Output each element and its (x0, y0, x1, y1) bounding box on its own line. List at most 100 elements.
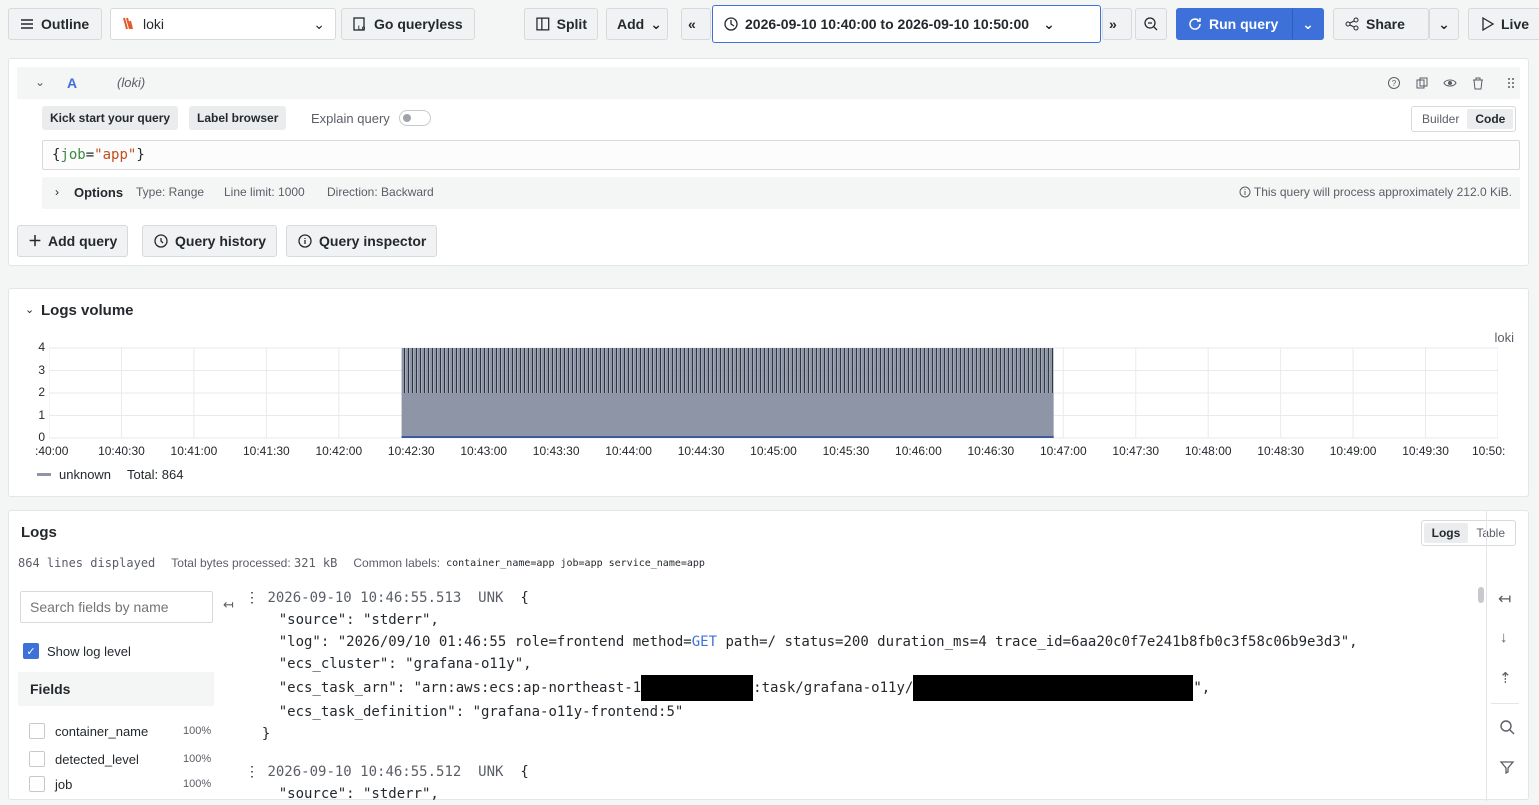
volume-bar[interactable] (885, 348, 889, 393)
run-query-options-button[interactable]: ⌄ (1292, 8, 1324, 40)
live-button[interactable]: Live (1468, 8, 1539, 40)
volume-bar[interactable] (449, 348, 452, 393)
volume-bar[interactable] (953, 348, 957, 393)
field-checkbox[interactable] (29, 723, 45, 739)
volume-bar[interactable] (945, 348, 949, 393)
volume-bar[interactable] (597, 348, 601, 393)
volume-bar[interactable] (1005, 348, 1009, 393)
volume-bar[interactable] (1009, 348, 1013, 393)
code-mode-option[interactable]: Code (1467, 109, 1514, 129)
volume-bar[interactable] (521, 348, 524, 393)
volume-bar[interactable] (489, 348, 492, 393)
volume-bar[interactable] (921, 348, 925, 393)
volume-bar[interactable] (797, 348, 801, 393)
volume-bar[interactable] (757, 348, 761, 393)
volume-bar[interactable] (741, 348, 745, 393)
volume-bar[interactable] (609, 348, 613, 393)
volume-bar[interactable] (781, 348, 785, 393)
volume-bar[interactable] (425, 348, 428, 393)
volume-bar[interactable] (429, 348, 432, 393)
help-icon[interactable]: ? (1385, 74, 1403, 92)
collapse-chevron-icon[interactable]: ⌄ (35, 75, 45, 89)
volume-bar[interactable] (777, 348, 781, 393)
volume-bar[interactable] (925, 348, 929, 393)
volume-bar[interactable] (753, 348, 757, 393)
volume-bar-base[interactable] (401, 393, 1054, 438)
volume-bar[interactable] (865, 348, 869, 393)
volume-bar[interactable] (725, 348, 729, 393)
volume-bar[interactable] (461, 348, 464, 393)
volume-bar[interactable] (681, 348, 685, 393)
volume-bar[interactable] (841, 348, 845, 393)
volume-bar[interactable] (661, 348, 665, 393)
volume-bar[interactable] (977, 348, 981, 393)
volume-bar[interactable] (1049, 348, 1053, 393)
zoom-out-button[interactable] (1135, 8, 1167, 40)
volume-bar[interactable] (465, 348, 468, 393)
volume-bar[interactable] (437, 348, 440, 393)
volume-bar[interactable] (477, 348, 480, 393)
volume-bar[interactable] (985, 348, 989, 393)
row-menu-icon[interactable]: ⋮ (245, 764, 267, 780)
volume-bar[interactable] (621, 348, 625, 393)
volume-bar[interactable] (1017, 348, 1021, 393)
volume-bar[interactable] (561, 348, 565, 393)
logs-volume-chart[interactable] (49, 347, 1498, 439)
volume-bar[interactable] (701, 348, 705, 393)
query-inspector-button[interactable]: Query inspector (286, 225, 438, 257)
volume-bar[interactable] (1041, 348, 1045, 393)
volume-bar[interactable] (513, 348, 516, 393)
log-row[interactable]: ⋮ 2026-09-10 10:46:55.512 UNK { (245, 761, 1475, 783)
volume-bar[interactable] (893, 348, 897, 393)
volume-bar[interactable] (965, 348, 969, 393)
volume-bar[interactable] (745, 348, 749, 393)
volume-bar[interactable] (469, 348, 472, 393)
volume-bar[interactable] (649, 348, 653, 393)
volume-bar[interactable] (625, 348, 629, 393)
volume-bar[interactable] (421, 348, 424, 393)
volume-bar[interactable] (961, 348, 965, 393)
split-button[interactable]: Split (524, 8, 598, 40)
add-query-button[interactable]: ＋ Add query (17, 225, 129, 257)
add-dropdown-button[interactable]: Add ⌄ (606, 8, 668, 40)
volume-bar[interactable] (853, 348, 857, 393)
volume-bar[interactable] (897, 348, 901, 393)
volume-bar[interactable] (445, 348, 448, 393)
field-row[interactable]: container_name 100% (29, 723, 211, 739)
volume-bar[interactable] (645, 348, 649, 393)
volume-bar[interactable] (825, 348, 829, 393)
volume-bar[interactable] (485, 348, 488, 393)
volume-bar[interactable] (905, 348, 909, 393)
volume-bar[interactable] (409, 348, 412, 393)
volume-bar[interactable] (829, 348, 833, 393)
volume-bar[interactable] (585, 348, 589, 393)
volume-bar[interactable] (549, 348, 553, 393)
volume-bar[interactable] (617, 348, 621, 393)
volume-bar[interactable] (849, 348, 853, 393)
volume-bar[interactable] (1033, 348, 1037, 393)
volume-bar[interactable] (637, 348, 641, 393)
volume-bar[interactable] (1037, 348, 1041, 393)
volume-bar[interactable] (809, 348, 813, 393)
volume-bar[interactable] (933, 348, 937, 393)
volume-bar[interactable] (729, 348, 733, 393)
run-query-button[interactable]: Run query (1176, 8, 1292, 40)
volume-bar[interactable] (861, 348, 865, 393)
volume-bar[interactable] (721, 348, 725, 393)
kick-start-button[interactable]: Kick start your query (42, 106, 179, 130)
volume-bar[interactable] (601, 348, 605, 393)
volume-bar[interactable] (417, 348, 420, 393)
volume-bar[interactable] (873, 348, 877, 393)
volume-bar[interactable] (889, 348, 893, 393)
volume-bar[interactable] (553, 348, 557, 393)
volume-bar[interactable] (533, 348, 537, 393)
volume-bar[interactable] (633, 348, 637, 393)
volume-bar[interactable] (909, 348, 913, 393)
volume-bar[interactable] (497, 348, 500, 393)
volume-bar[interactable] (573, 348, 577, 393)
label-browser-button[interactable]: Label browser (189, 106, 287, 130)
volume-bar[interactable] (401, 348, 404, 393)
volume-bar[interactable] (773, 348, 777, 393)
volume-bar[interactable] (937, 348, 941, 393)
volume-bar[interactable] (693, 348, 697, 393)
